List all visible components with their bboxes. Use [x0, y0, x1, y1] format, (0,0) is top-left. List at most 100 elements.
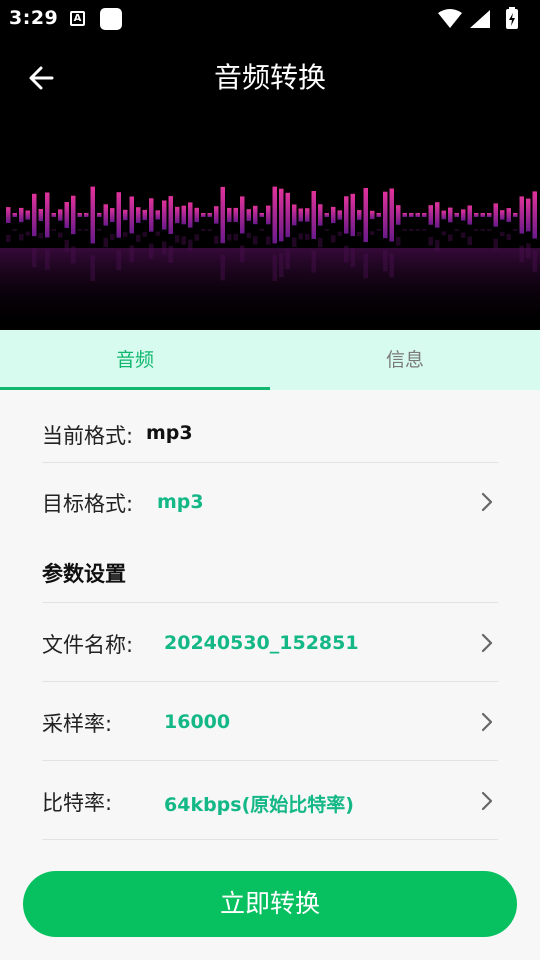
waveform-bar-reflection: [474, 229, 479, 231]
waveform-bar-reflection: [168, 245, 173, 263]
status-icons: [438, 7, 518, 29]
filename-label: 文件名称:: [42, 633, 134, 657]
waveform-bar-reflection: [51, 229, 56, 231]
waveform-bar-reflection: [396, 236, 401, 246]
waveform-bar-reflection: [6, 234, 11, 242]
waveform-bar: [110, 208, 115, 222]
waveform-bar-reflection: [337, 231, 342, 236]
waveform-bar: [181, 205, 186, 225]
current-format-value: mp3: [146, 422, 193, 444]
waveform-bar-reflection: [519, 245, 524, 263]
param-row-sample-rate[interactable]: 采样率: 16000: [42, 708, 498, 736]
waveform-bar-reflection: [363, 254, 368, 279]
waveform-bar-reflection: [350, 248, 355, 268]
waveform-bar-reflection: [32, 248, 37, 268]
waveform-bar: [428, 205, 433, 225]
param-row-filename[interactable]: 文件名称: 20240530_152851: [42, 629, 498, 657]
notification-a-icon: A: [70, 11, 85, 26]
waveform-bar: [45, 192, 50, 238]
waveform-bar: [454, 213, 459, 217]
waveform-bar-reflection: [90, 255, 95, 281]
waveform-bar-reflection: [311, 251, 316, 273]
waveform-bar-reflection: [19, 234, 24, 241]
param-row-bitrate[interactable]: 比特率: 64kbps(原始比特率): [42, 787, 498, 816]
waveform-bar: [227, 207, 232, 222]
waveform-bar-reflection: [240, 245, 245, 263]
waveform-bar: [188, 202, 193, 228]
waveform-bar: [201, 213, 206, 217]
waveform-bar: [116, 192, 121, 238]
tab-audio[interactable]: 音频: [0, 330, 270, 390]
status-bar: 3:29 A: [0, 0, 540, 38]
waveform-bar: [292, 204, 297, 226]
waveform-bar-reflection: [123, 232, 128, 237]
waveform-bar-reflection: [253, 236, 258, 245]
waveform-bar: [51, 213, 56, 217]
waveform-bar: [214, 206, 219, 224]
waveform-bar: [71, 195, 76, 235]
tab-bar: 音频 信息: [0, 330, 540, 390]
waveform-bar-reflection: [246, 232, 251, 239]
waveform-bar: [500, 210, 505, 220]
waveform-bar: [103, 204, 108, 226]
waveform-bar-reflection: [233, 234, 238, 241]
waveform-bar: [376, 213, 381, 217]
waveform-bar: [142, 209, 147, 221]
waveform-bar-reflection: [279, 253, 284, 277]
waveform-bar: [240, 196, 245, 234]
waveform-bar-reflection: [383, 250, 388, 272]
waveform-bar-reflection: [12, 229, 17, 231]
waveform-bar: [331, 206, 336, 224]
target-format-row[interactable]: 目标格式: mp3: [42, 488, 498, 516]
waveform-bar: [350, 193, 355, 237]
waveform-bar-reflection: [493, 238, 498, 250]
status-time: 3:29: [9, 7, 59, 29]
waveform-bar: [357, 210, 362, 220]
waveform-bar-reflection: [506, 233, 511, 241]
waveform-bar: [370, 210, 375, 220]
waveform-bar: [461, 209, 466, 221]
convert-now-button[interactable]: 立即转换: [23, 871, 517, 937]
waveform-bar-reflection: [110, 233, 115, 241]
chevron-right-icon[interactable]: [480, 791, 494, 811]
waveform-bar-reflection: [207, 229, 212, 231]
waveform-bar: [487, 213, 492, 217]
waveform-bar-reflection: [58, 232, 63, 238]
waveform-bar: [64, 202, 69, 228]
waveform-bar-reflection: [188, 239, 193, 251]
waveform-bar-reflection: [220, 255, 225, 281]
waveform-bar-reflection: [435, 239, 440, 252]
divider: [42, 681, 498, 682]
waveform-bar: [162, 200, 167, 230]
waveform-bar-reflection: [194, 234, 199, 241]
waveform-bar-reflection: [201, 229, 206, 231]
wifi-icon: [438, 9, 462, 28]
chevron-right-icon[interactable]: [480, 633, 494, 653]
waveform-bar: [311, 191, 316, 239]
page-title: 音频转换: [213, 61, 326, 94]
waveform-bar: [474, 213, 479, 217]
waveform-bar: [259, 213, 264, 217]
waveform-bar: [246, 209, 251, 221]
waveform-bar-reflection: [467, 236, 472, 246]
waveform-bar: [253, 205, 258, 225]
tab-info[interactable]: 信息: [270, 330, 540, 390]
waveform-bar-reflection: [181, 236, 186, 245]
chevron-right-icon[interactable]: [480, 712, 494, 732]
current-format-label: 当前格式:: [42, 424, 134, 448]
waveform-bar: [272, 186, 277, 244]
waveform-bar-reflection: [71, 246, 76, 264]
waveform-bar: [90, 186, 95, 244]
waveform-bar-reflection: [298, 233, 303, 240]
sample-rate-value: 16000: [164, 711, 231, 733]
waveform-bar: [383, 191, 388, 239]
waveform-bar-reflection: [292, 237, 297, 247]
waveform-bar-reflection: [45, 249, 50, 270]
waveform-bar-reflection: [454, 229, 459, 231]
waveform-bar: [129, 196, 134, 234]
waveform-bar-reflection: [155, 231, 160, 236]
waveform-bar: [415, 213, 420, 217]
bitrate-value: 64kbps(原始比特率): [164, 794, 354, 816]
waveform-bar-reflection: [64, 240, 69, 252]
chevron-right-icon[interactable]: [480, 492, 494, 512]
